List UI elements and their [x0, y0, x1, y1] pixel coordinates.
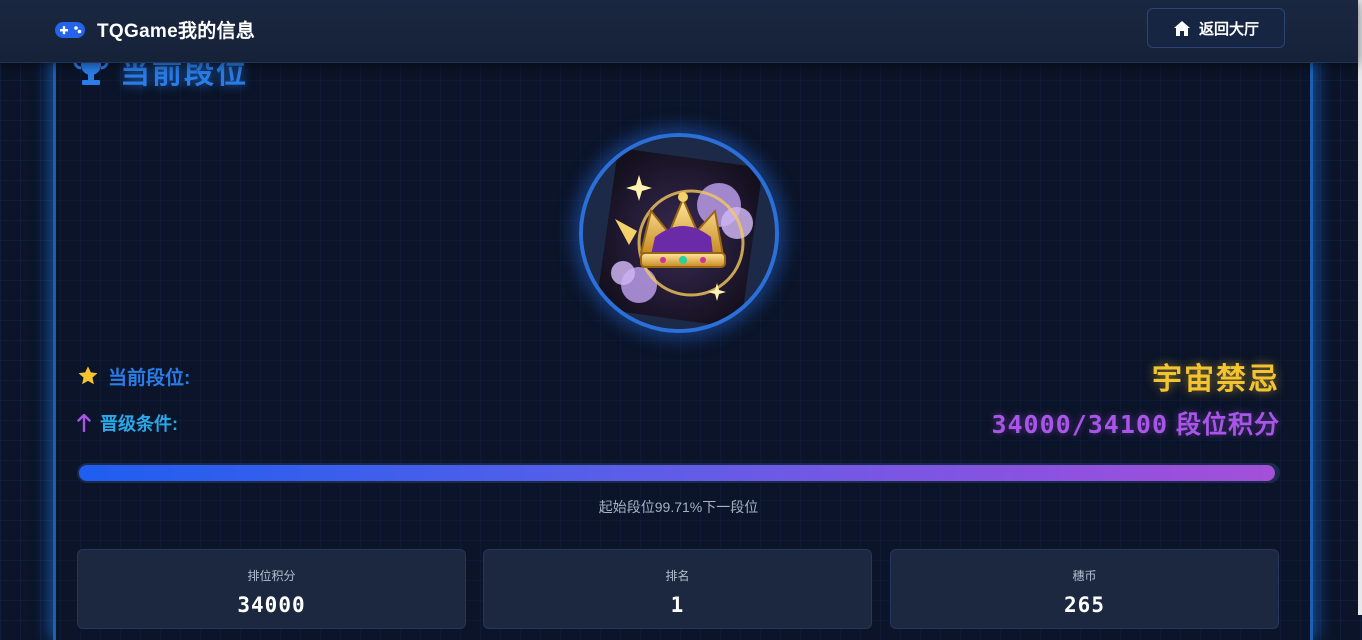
stat-card-rank-points: 排位积分 34000: [77, 549, 466, 629]
brand: TQGame我的信息: [54, 16, 255, 43]
current-rank-label: 当前段位:: [77, 363, 190, 390]
rank-points-value: 34000/34100: [991, 410, 1169, 439]
rank-points-unit: 段位积分: [1175, 411, 1280, 439]
stat-card-ranking: 排名 1: [483, 549, 872, 629]
crown-emblem-icon: [583, 137, 775, 329]
stat-value: 265: [1064, 593, 1105, 617]
stat-value: 34000: [237, 593, 306, 617]
back-to-lobby-button[interactable]: 返回大厅: [1147, 8, 1285, 48]
rank-emblem: [579, 133, 779, 333]
promotion-label: 晋级条件:: [77, 410, 178, 436]
current-rank-label-text: 当前段位:: [108, 367, 191, 389]
rank-progress-bar: [77, 463, 1280, 483]
promotion-row: 晋级条件: 34000/34100 段位积分: [77, 406, 1280, 440]
top-header: TQGame我的信息 返回大厅: [0, 0, 1358, 63]
stat-label: 穗币: [1072, 569, 1097, 583]
gamepad-icon: [55, 21, 85, 38]
rank-points: 34000/34100 段位积分: [991, 405, 1280, 441]
stat-card-coins: 穗币 265: [890, 549, 1279, 629]
current-rank-row: 当前段位: 宇宙禁忌: [77, 358, 1280, 396]
home-icon: [1173, 20, 1190, 36]
stat-value: 1: [670, 593, 685, 617]
rank-progress-text: 起始段位99.71%下一段位: [598, 499, 759, 515]
stat-label: 排位积分: [247, 569, 296, 583]
arrow-up-icon: [77, 414, 91, 432]
current-rank-value: 宇宙禁忌: [1152, 363, 1280, 396]
stat-label: 排名: [665, 569, 690, 583]
scrollbar[interactable]: [1358, 0, 1362, 615]
app-title: TQGame我的信息: [97, 21, 256, 42]
rank-progress-fill: [79, 465, 1275, 481]
star-icon: [78, 366, 98, 385]
back-button-label: 返回大厅: [1198, 20, 1259, 38]
promotion-label-text: 晋级条件:: [100, 414, 178, 434]
